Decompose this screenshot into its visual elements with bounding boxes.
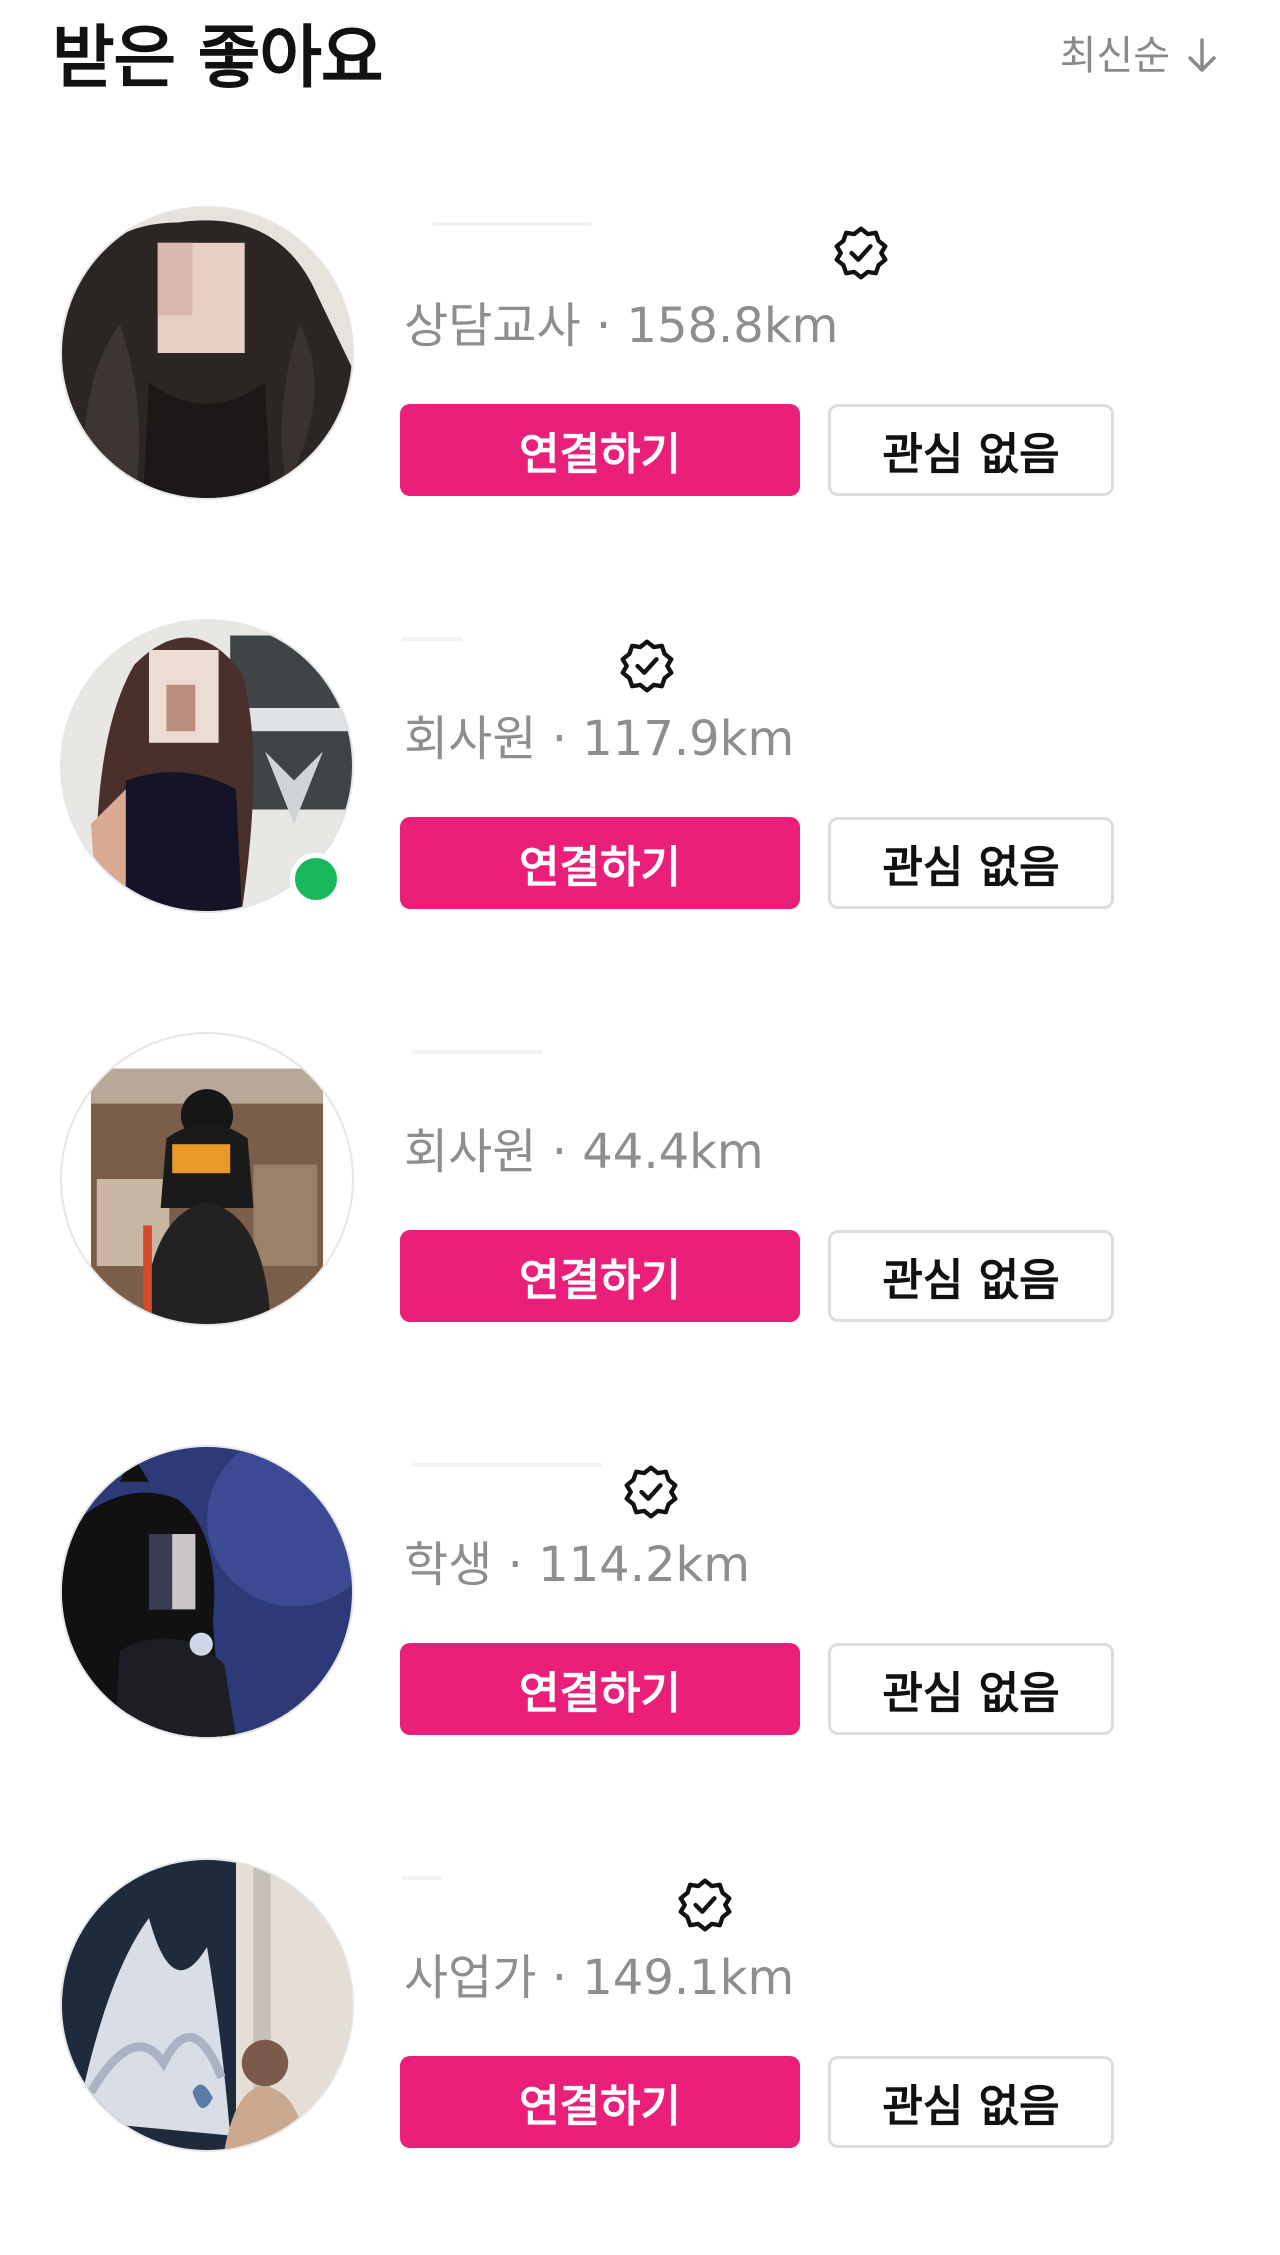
- not-interested-button[interactable]: 관심 없음: [828, 817, 1114, 909]
- occupation-distance: 사업가 · 149.1km: [404, 1950, 795, 2006]
- verified-icon: [834, 226, 888, 280]
- profile-photo: [62, 1034, 352, 1324]
- profile-photo: [62, 208, 352, 498]
- connect-button[interactable]: 연결하기: [400, 1230, 800, 1322]
- profile-photo: [62, 1447, 352, 1737]
- verified-icon: [620, 639, 674, 693]
- like-item[interactable]: 학생 · 114.2km 연결하기 관심 없음: [0, 1429, 1280, 1842]
- profile-photo: [62, 1860, 352, 2150]
- sort-button[interactable]: 최신순: [1060, 26, 1220, 86]
- sort-label: 최신순: [1059, 33, 1170, 79]
- redacted-name: [412, 1463, 602, 1467]
- not-interested-button[interactable]: 관심 없음: [828, 1643, 1114, 1735]
- connect-button[interactable]: 연결하기: [400, 817, 800, 909]
- redacted-name: [402, 1876, 442, 1880]
- avatar[interactable]: [60, 1032, 354, 1326]
- like-item[interactable]: 사업가 · 149.1km 연결하기 관심 없음: [0, 1842, 1280, 2255]
- redacted-name: [402, 637, 462, 641]
- likes-list: 상담교사 · 158.8km 연결하기 관심 없음 회사원 · 117.9km: [0, 190, 1280, 2255]
- like-item[interactable]: 상담교사 · 158.8km 연결하기 관심 없음: [0, 190, 1280, 603]
- redacted-name: [432, 222, 592, 226]
- like-item[interactable]: 회사원 · 44.4km 연결하기 관심 없음: [0, 1016, 1280, 1429]
- connect-button[interactable]: 연결하기: [400, 1643, 800, 1735]
- occupation-distance: 상담교사 · 158.8km: [404, 298, 839, 354]
- arrow-down-icon: [1188, 38, 1216, 72]
- not-interested-button[interactable]: 관심 없음: [828, 1230, 1114, 1322]
- connect-button[interactable]: 연결하기: [400, 2056, 800, 2148]
- connect-button[interactable]: 연결하기: [400, 404, 800, 496]
- avatar[interactable]: [60, 1445, 354, 1739]
- avatar[interactable]: [60, 206, 354, 500]
- online-indicator: [290, 853, 342, 905]
- verified-icon: [678, 1878, 732, 1932]
- occupation-distance: 학생 · 114.2km: [404, 1537, 751, 1593]
- verified-icon: [624, 1465, 678, 1519]
- page-title: 받은 좋아요: [52, 19, 383, 98]
- avatar[interactable]: [60, 1858, 354, 2152]
- occupation-distance: 회사원 · 44.4km: [404, 1124, 764, 1180]
- occupation-distance: 회사원 · 117.9km: [404, 711, 795, 767]
- not-interested-button[interactable]: 관심 없음: [828, 404, 1114, 496]
- like-item[interactable]: 회사원 · 117.9km 연결하기 관심 없음: [0, 603, 1280, 1016]
- header: 받은 좋아요 최신순: [0, 0, 1280, 120]
- redacted-name: [412, 1050, 542, 1054]
- not-interested-button[interactable]: 관심 없음: [828, 2056, 1114, 2148]
